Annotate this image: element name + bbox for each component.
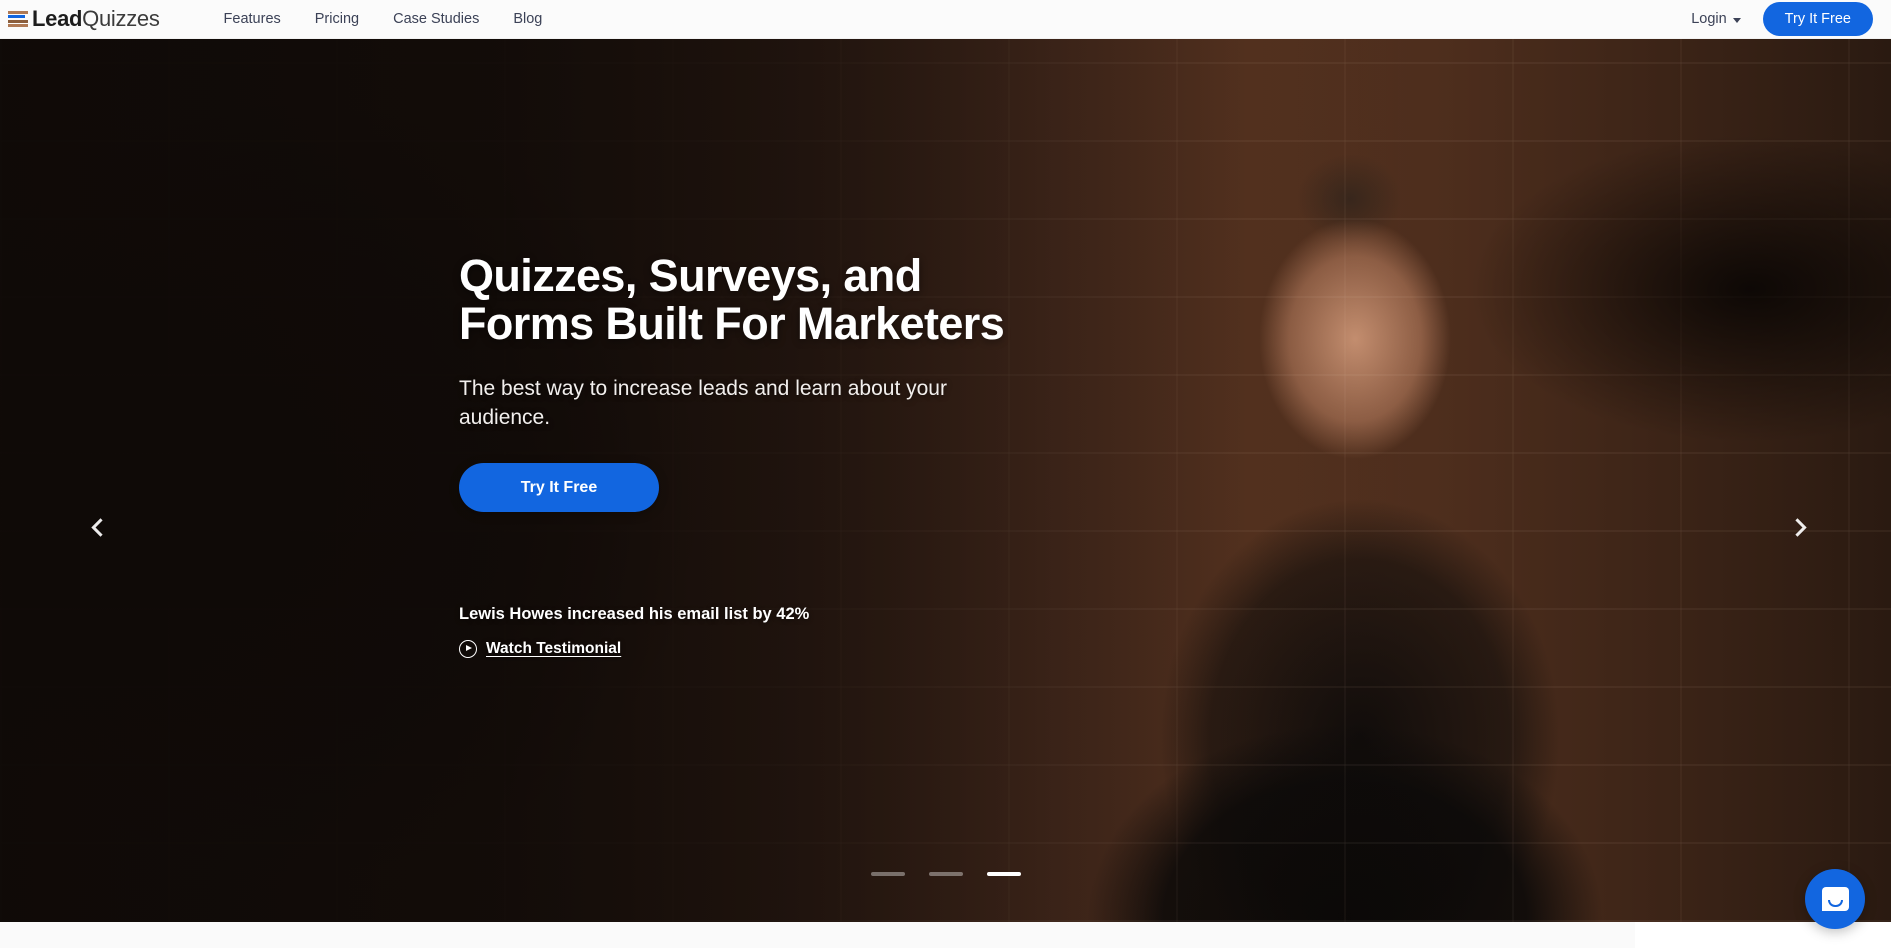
- hero-carousel: Quizzes, Surveys, and Forms Built For Ma…: [0, 39, 1891, 922]
- page-root: LeadQuizzes Features Pricing Case Studie…: [0, 0, 1891, 948]
- intercom-chat-button[interactable]: [1805, 869, 1865, 929]
- carousel-indicators: [0, 872, 1891, 876]
- hero-title: Quizzes, Surveys, and Forms Built For Ma…: [459, 250, 1005, 349]
- lead-quizzes-bars-logo-icon: [8, 10, 28, 28]
- login-dropdown[interactable]: Login: [1691, 11, 1741, 27]
- testimonial-headline: Lewis Howes increased his email list by …: [459, 605, 810, 624]
- carousel-indicator-3[interactable]: [986, 872, 1021, 876]
- brand-name-light: Quizzes: [82, 6, 160, 31]
- smile-icon: [1827, 900, 1843, 907]
- watch-testimonial-row[interactable]: Watch Testimonial: [459, 640, 1079, 659]
- chevron-left-icon: [90, 517, 110, 537]
- hero-try-it-free-button[interactable]: Try It Free: [459, 463, 659, 513]
- carousel-indicator-1[interactable]: [870, 872, 905, 876]
- brand-logo[interactable]: LeadQuizzes: [8, 6, 160, 32]
- intercom-chat-bubble-icon: [1821, 887, 1849, 911]
- next-section-right-block: [1635, 922, 1891, 948]
- hero-content: Quizzes, Surveys, and Forms Built For Ma…: [459, 39, 1079, 922]
- try-it-free-nav-button[interactable]: Try It Free: [1762, 2, 1873, 36]
- primary-nav-links: Features Pricing Case Studies Blog: [207, 5, 560, 33]
- watch-testimonial-link[interactable]: Watch Testimonial: [486, 640, 621, 658]
- login-label: Login: [1691, 11, 1727, 27]
- chevron-right-icon: [1787, 517, 1807, 537]
- nav-item-blog[interactable]: Blog: [496, 5, 559, 33]
- nav-right-actions: Login Try It Free: [1691, 2, 1891, 36]
- brand-name: LeadQuizzes: [32, 6, 160, 32]
- carousel-prev-button[interactable]: [83, 505, 117, 549]
- nav-item-case-studies[interactable]: Case Studies: [376, 5, 496, 33]
- hero-subtitle: The best way to increase leads and learn…: [459, 377, 947, 430]
- nav-item-features[interactable]: Features: [207, 5, 298, 33]
- top-navigation-bar: LeadQuizzes Features Pricing Case Studie…: [0, 0, 1891, 39]
- next-section-strip: [0, 922, 1891, 948]
- nav-item-pricing[interactable]: Pricing: [298, 5, 376, 33]
- carousel-next-button[interactable]: [1780, 505, 1814, 549]
- carousel-indicator-2[interactable]: [928, 872, 963, 876]
- play-circle-icon: [459, 640, 477, 659]
- brand-name-bold: Lead: [32, 6, 83, 31]
- chevron-down-icon: [1732, 17, 1741, 23]
- hero-testimonial: Lewis Howes increased his email list by …: [459, 605, 1079, 659]
